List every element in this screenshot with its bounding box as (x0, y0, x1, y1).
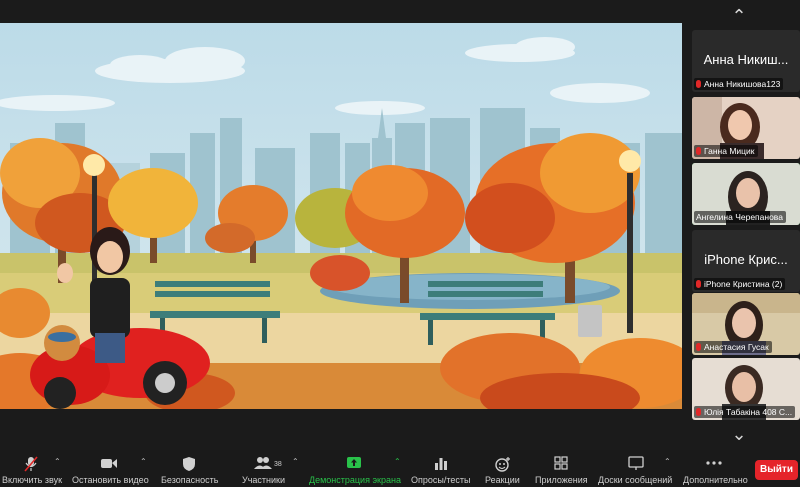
participant-label: Анастасия Гусак (694, 341, 772, 353)
more-button[interactable]: Дополнительно (680, 450, 750, 487)
chevron-up-icon[interactable]: ⌃ (140, 457, 147, 466)
muted-mic-icon (696, 280, 701, 288)
muted-mic-icon (696, 408, 701, 416)
security-button[interactable]: Безопасность (158, 450, 222, 487)
participant-gallery: ⌃ Анна Никиш... Анна Никишова123 Ганна М… (690, 0, 800, 450)
participant-name: Анна Никишова123 (704, 79, 781, 89)
share-screen-label: Демонстрация экрана (309, 475, 401, 485)
share-screen-button[interactable]: ⌃ Демонстрация экрана (306, 450, 406, 487)
participant-tile[interactable]: Анастасия Гусак (692, 293, 800, 355)
shared-screen (0, 23, 682, 409)
participant-tile[interactable]: Анна Никиш... Анна Никишова123 (692, 30, 800, 92)
chevron-up-icon[interactable]: ⌃ (726, 7, 752, 25)
shield-icon (183, 457, 195, 471)
participants-icon (254, 457, 272, 469)
participant-name: Ангелина Черепанова (696, 212, 783, 222)
participant-label: Анна Никишова123 (694, 78, 784, 90)
stop-video-button[interactable]: ⌃ Остановить видео (70, 450, 152, 487)
muted-mic-icon (696, 343, 701, 351)
participant-tile-active-speaker[interactable]: Ангелина Черепанова (692, 163, 800, 225)
participant-name: Анастасия Гусак (704, 342, 769, 352)
more-label: Дополнительно (683, 475, 748, 485)
mute-button[interactable]: ⌃ Включить звук (0, 450, 64, 487)
whiteboard-icon (628, 456, 644, 470)
reactions-button[interactable]: Реакции (482, 450, 524, 487)
leave-meeting-button[interactable]: Выйти (755, 460, 798, 480)
stop-video-label: Остановить видео (72, 475, 149, 485)
zoom-meeting-window: ⌃ Анна Никиш... Анна Никишова123 Ганна М… (0, 0, 800, 487)
participant-tile[interactable]: iPhone Крис... iPhone Кристина (2) (692, 230, 800, 292)
participant-tile[interactable]: Юлія Табакіна 408 С... (692, 358, 800, 420)
participant-name: iPhone Кристина (2) (704, 279, 783, 289)
whiteboards-label: Доски сообщений (598, 475, 673, 485)
share-screen-icon (347, 457, 361, 468)
reactions-label: Реакции (485, 475, 520, 485)
participants-label: Участники (242, 475, 285, 485)
chevron-up-icon[interactable]: ⌃ (664, 457, 671, 466)
polls-button[interactable]: Опросы/тесты (408, 450, 472, 487)
meeting-toolbar: ⌃ Включить звук ⌃ Остановить видео Безоп… (0, 450, 800, 487)
chevron-up-icon[interactable]: ⌃ (394, 457, 401, 466)
participant-name: Ганна Мицик (704, 146, 755, 156)
security-label: Безопасность (161, 475, 219, 485)
more-dots-icon (706, 461, 722, 465)
participant-display-name: Анна Никиш... (703, 52, 789, 67)
video-camera-icon (101, 459, 117, 468)
participant-display-name: iPhone Крис... (704, 252, 788, 267)
participant-label: iPhone Кристина (2) (694, 278, 786, 290)
chevron-up-icon[interactable]: ⌃ (292, 457, 299, 466)
participant-label: Ангелина Черепанова (694, 211, 786, 223)
participants-count: 38 (274, 461, 282, 468)
participant-name: Юлія Табакіна 408 С... (704, 407, 793, 417)
apps-icon (554, 456, 568, 470)
muted-mic-icon (696, 80, 701, 88)
muted-mic-icon (696, 147, 701, 155)
polls-label: Опросы/тесты (411, 475, 471, 485)
emoji-reaction-icon (495, 457, 510, 472)
participants-button[interactable]: 38 ⌃ Участники (236, 450, 302, 487)
chevron-up-icon[interactable]: ⌃ (54, 457, 61, 466)
muted-mic-icon (24, 456, 38, 472)
apps-button[interactable]: Приложения (532, 450, 590, 487)
bar-chart-icon (435, 458, 447, 470)
mute-label: Включить звук (2, 475, 63, 485)
participant-label: Ганна Мицик (694, 145, 758, 157)
participant-tile[interactable]: Ганна Мицик (692, 97, 800, 159)
chevron-down-icon[interactable]: ⌄ (726, 425, 752, 443)
apps-label: Приложения (535, 475, 588, 485)
participant-label: Юлія Табакіна 408 С... (694, 406, 796, 418)
whiteboards-button[interactable]: ⌃ Доски сообщений (596, 450, 676, 487)
autumn-park-illustration (0, 23, 682, 409)
